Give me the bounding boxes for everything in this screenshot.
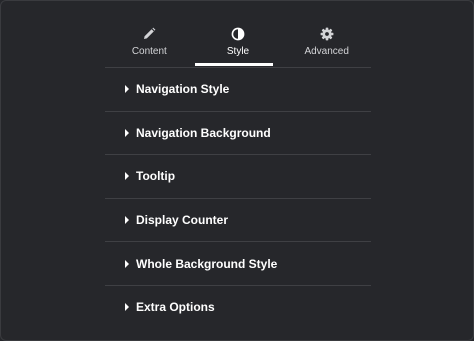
style-sections: Navigation Style Navigation Background T…: [105, 68, 371, 329]
editor-panel-frame: Content Style Advanced Navigation Style …: [0, 0, 474, 341]
tab-content-label: Content: [131, 46, 167, 57]
half-circle-icon: [194, 26, 283, 42]
section-title: Display Counter: [136, 213, 229, 228]
section-title: Whole Background Style: [136, 256, 278, 271]
tab-style-label: Style: [226, 46, 250, 57]
section-extra-options[interactable]: Extra Options: [105, 286, 371, 329]
section-title: Navigation Style: [136, 82, 230, 97]
caret-right-icon: [125, 303, 129, 312]
pencil-icon: [105, 26, 194, 42]
caret-right-icon: [125, 85, 129, 94]
section-title: Tooltip: [136, 169, 176, 184]
style-panel: Content Style Advanced Navigation Style …: [105, 1, 371, 329]
section-navigation-style[interactable]: Navigation Style: [105, 68, 371, 112]
active-tab-indicator: [195, 63, 273, 66]
gear-icon: [282, 26, 371, 42]
section-whole-background-style[interactable]: Whole Background Style: [105, 242, 371, 286]
tab-content[interactable]: Content: [105, 1, 194, 67]
tab-advanced[interactable]: Advanced: [282, 1, 371, 67]
caret-right-icon: [125, 259, 129, 268]
section-navigation-background[interactable]: Navigation Background: [105, 112, 371, 156]
section-title: Extra Options: [136, 300, 215, 315]
section-title: Navigation Background: [136, 125, 271, 140]
caret-right-icon: [125, 172, 129, 181]
section-display-counter[interactable]: Display Counter: [105, 199, 371, 243]
section-tooltip[interactable]: Tooltip: [105, 155, 371, 199]
tab-advanced-label: Advanced: [304, 46, 349, 57]
panel-tabs: Content Style Advanced: [105, 1, 371, 68]
caret-right-icon: [125, 128, 129, 137]
caret-right-icon: [125, 216, 129, 225]
tab-style[interactable]: Style: [194, 1, 283, 67]
